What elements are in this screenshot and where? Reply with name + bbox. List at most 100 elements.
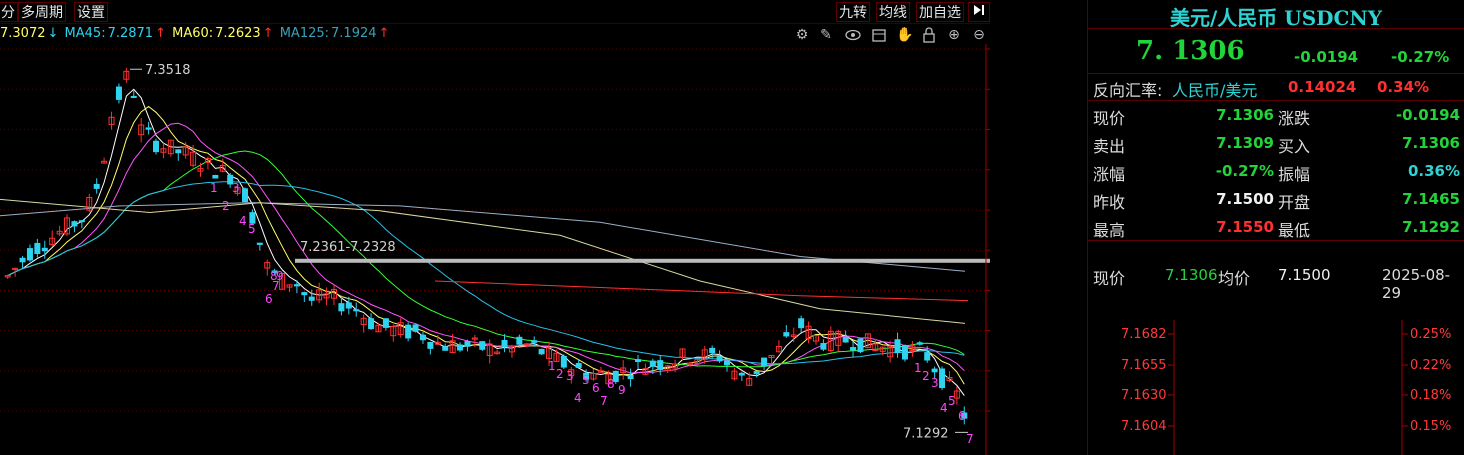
nine-turn-label: 5: [582, 373, 590, 387]
value-low: 7.1292: [1402, 218, 1460, 236]
ma-lines-button[interactable]: 均线: [876, 2, 910, 22]
nine-turn-label: 1: [210, 181, 218, 195]
candle-body: [345, 302, 352, 309]
intraday-axis-pct: 0.25%: [1410, 327, 1452, 342]
candle-body: [939, 368, 946, 389]
value-prev-close: 7.1500: [1216, 190, 1274, 208]
ma45-value: 7.2871: [107, 26, 154, 41]
candle-body: [26, 248, 33, 261]
value-bid: 7.1306: [1402, 134, 1460, 152]
label-ask: 卖出: [1093, 137, 1126, 156]
value-change: -0.0194: [1395, 106, 1460, 124]
intraday-axis-pct: 0.18%: [1410, 388, 1452, 403]
label-amplitude: 振幅: [1278, 165, 1311, 184]
candle-body: [242, 188, 248, 203]
tab-minute[interactable]: 分: [0, 2, 18, 22]
nine-turn-label: 6: [265, 292, 273, 306]
ma60-line: [7, 181, 965, 365]
gear-icon[interactable]: ⚙: [794, 27, 810, 43]
candle-body: [931, 368, 938, 373]
nine-turn-label: 4: [574, 391, 582, 405]
value-open: 7.1465: [1402, 190, 1460, 208]
candle-body: [19, 257, 26, 263]
intraday-price: 7.1306: [1165, 266, 1218, 284]
candle-body: [738, 372, 745, 376]
label-bid: 买入: [1278, 137, 1311, 156]
zoom-in-icon[interactable]: ⊕: [946, 27, 962, 43]
ma20-line: [7, 122, 965, 374]
candle-body: [41, 247, 48, 252]
high-label: 7.3518: [145, 63, 191, 78]
nine-turn-label: 7: [600, 394, 608, 408]
candle-body: [382, 318, 389, 328]
candle-body: [115, 86, 122, 100]
pin-right-icon[interactable]: [968, 2, 990, 22]
candle-body: [457, 344, 464, 351]
pin-right-icon-glyph: [974, 5, 984, 15]
divider: [1088, 73, 1464, 74]
intraday-axis-pct: 0.22%: [1410, 358, 1452, 373]
candle-body: [916, 342, 923, 345]
reverse-rate-label: 反向汇率:: [1093, 81, 1163, 100]
intraday-axis-price: 7.1655: [1121, 358, 1167, 373]
nine-turn-label: 4: [940, 401, 948, 415]
ma125-value: 7.1924: [331, 26, 377, 41]
candle-body: [130, 95, 137, 98]
range-label: 7.2361-7.2328: [300, 240, 396, 255]
lock-icon[interactable]: [921, 27, 937, 43]
candle-body: [368, 318, 375, 330]
candle-body: [761, 357, 768, 367]
candle-body: [353, 309, 360, 312]
candles: [4, 67, 968, 425]
eye-icon[interactable]: [845, 27, 861, 43]
candle-body: [145, 127, 152, 130]
candle-body: [93, 183, 100, 189]
save-icon[interactable]: [871, 27, 887, 43]
tab-multi-period[interactable]: 多周期: [18, 2, 66, 22]
nine-turn-label: 7: [966, 432, 974, 446]
candle-body: [419, 334, 426, 341]
candle-body: [78, 220, 85, 223]
intraday-avg: 7.1500: [1278, 266, 1331, 284]
zoom-out-icon[interactable]: ⊖: [971, 27, 987, 43]
candlestick-chart[interactable]: 7.2361-7.23287.35187.129212345678912 3456…: [0, 44, 990, 455]
quote-panel: 美元/人民币 USDCNY 7. 1306 -0.0194 -0.27% 反向汇…: [1088, 0, 1464, 455]
intraday-axis-price: 7.1604: [1121, 419, 1167, 434]
tab-settings[interactable]: 设置: [74, 2, 108, 22]
reverse-rate-pct: 0.34%: [1377, 78, 1430, 96]
nine-turn-label: 4: [239, 214, 247, 228]
nine-turn-label: 9: [276, 269, 284, 283]
pen-icon[interactable]: ✎: [818, 27, 834, 43]
label-open: 开盘: [1278, 193, 1311, 212]
divider: [1088, 240, 1464, 241]
candle-body: [516, 336, 523, 345]
intraday-date: 2025-08-29: [1382, 266, 1451, 302]
candle-body: [924, 352, 931, 361]
candle-body: [657, 360, 664, 370]
nine-turn-button[interactable]: 九转: [836, 2, 870, 22]
reverse-rate-value: 0.14024: [1288, 78, 1357, 96]
candle-body: [627, 374, 634, 380]
hand-icon[interactable]: ✋: [896, 27, 913, 43]
nine-turn-label: 5: [948, 394, 956, 408]
candle-body: [894, 339, 901, 353]
candle-body: [301, 292, 308, 296]
ma45-label: MA45:: [64, 26, 106, 41]
ma10-line: [7, 105, 965, 385]
candle-body: [709, 347, 716, 354]
add-watchlist-button[interactable]: 加自选: [916, 2, 964, 22]
nine-turn-label: 6: [958, 409, 966, 423]
chart-toolbar: 分 多周期 设置 九转 均线 加自选: [0, 0, 990, 24]
nine-turn-label: 3: [566, 369, 574, 383]
ma-legend: 7.3072 ↓ MA45: 7.2871 ↑ MA60: 7.2623 ↑ MA125:…: [0, 26, 391, 44]
ma125-label: MA125:: [279, 26, 330, 41]
candle-body: [523, 343, 530, 346]
nine-turn-label: 3: [931, 376, 939, 390]
nine-turn-label: 1: [548, 359, 556, 373]
candle-body: [560, 355, 567, 368]
candle-body: [716, 356, 723, 362]
reverse-pair-link[interactable]: 人民币/美元: [1172, 77, 1257, 101]
ma60-label: MA60:: [172, 26, 214, 41]
label-high: 最高: [1093, 221, 1126, 240]
candle-body: [412, 324, 419, 332]
